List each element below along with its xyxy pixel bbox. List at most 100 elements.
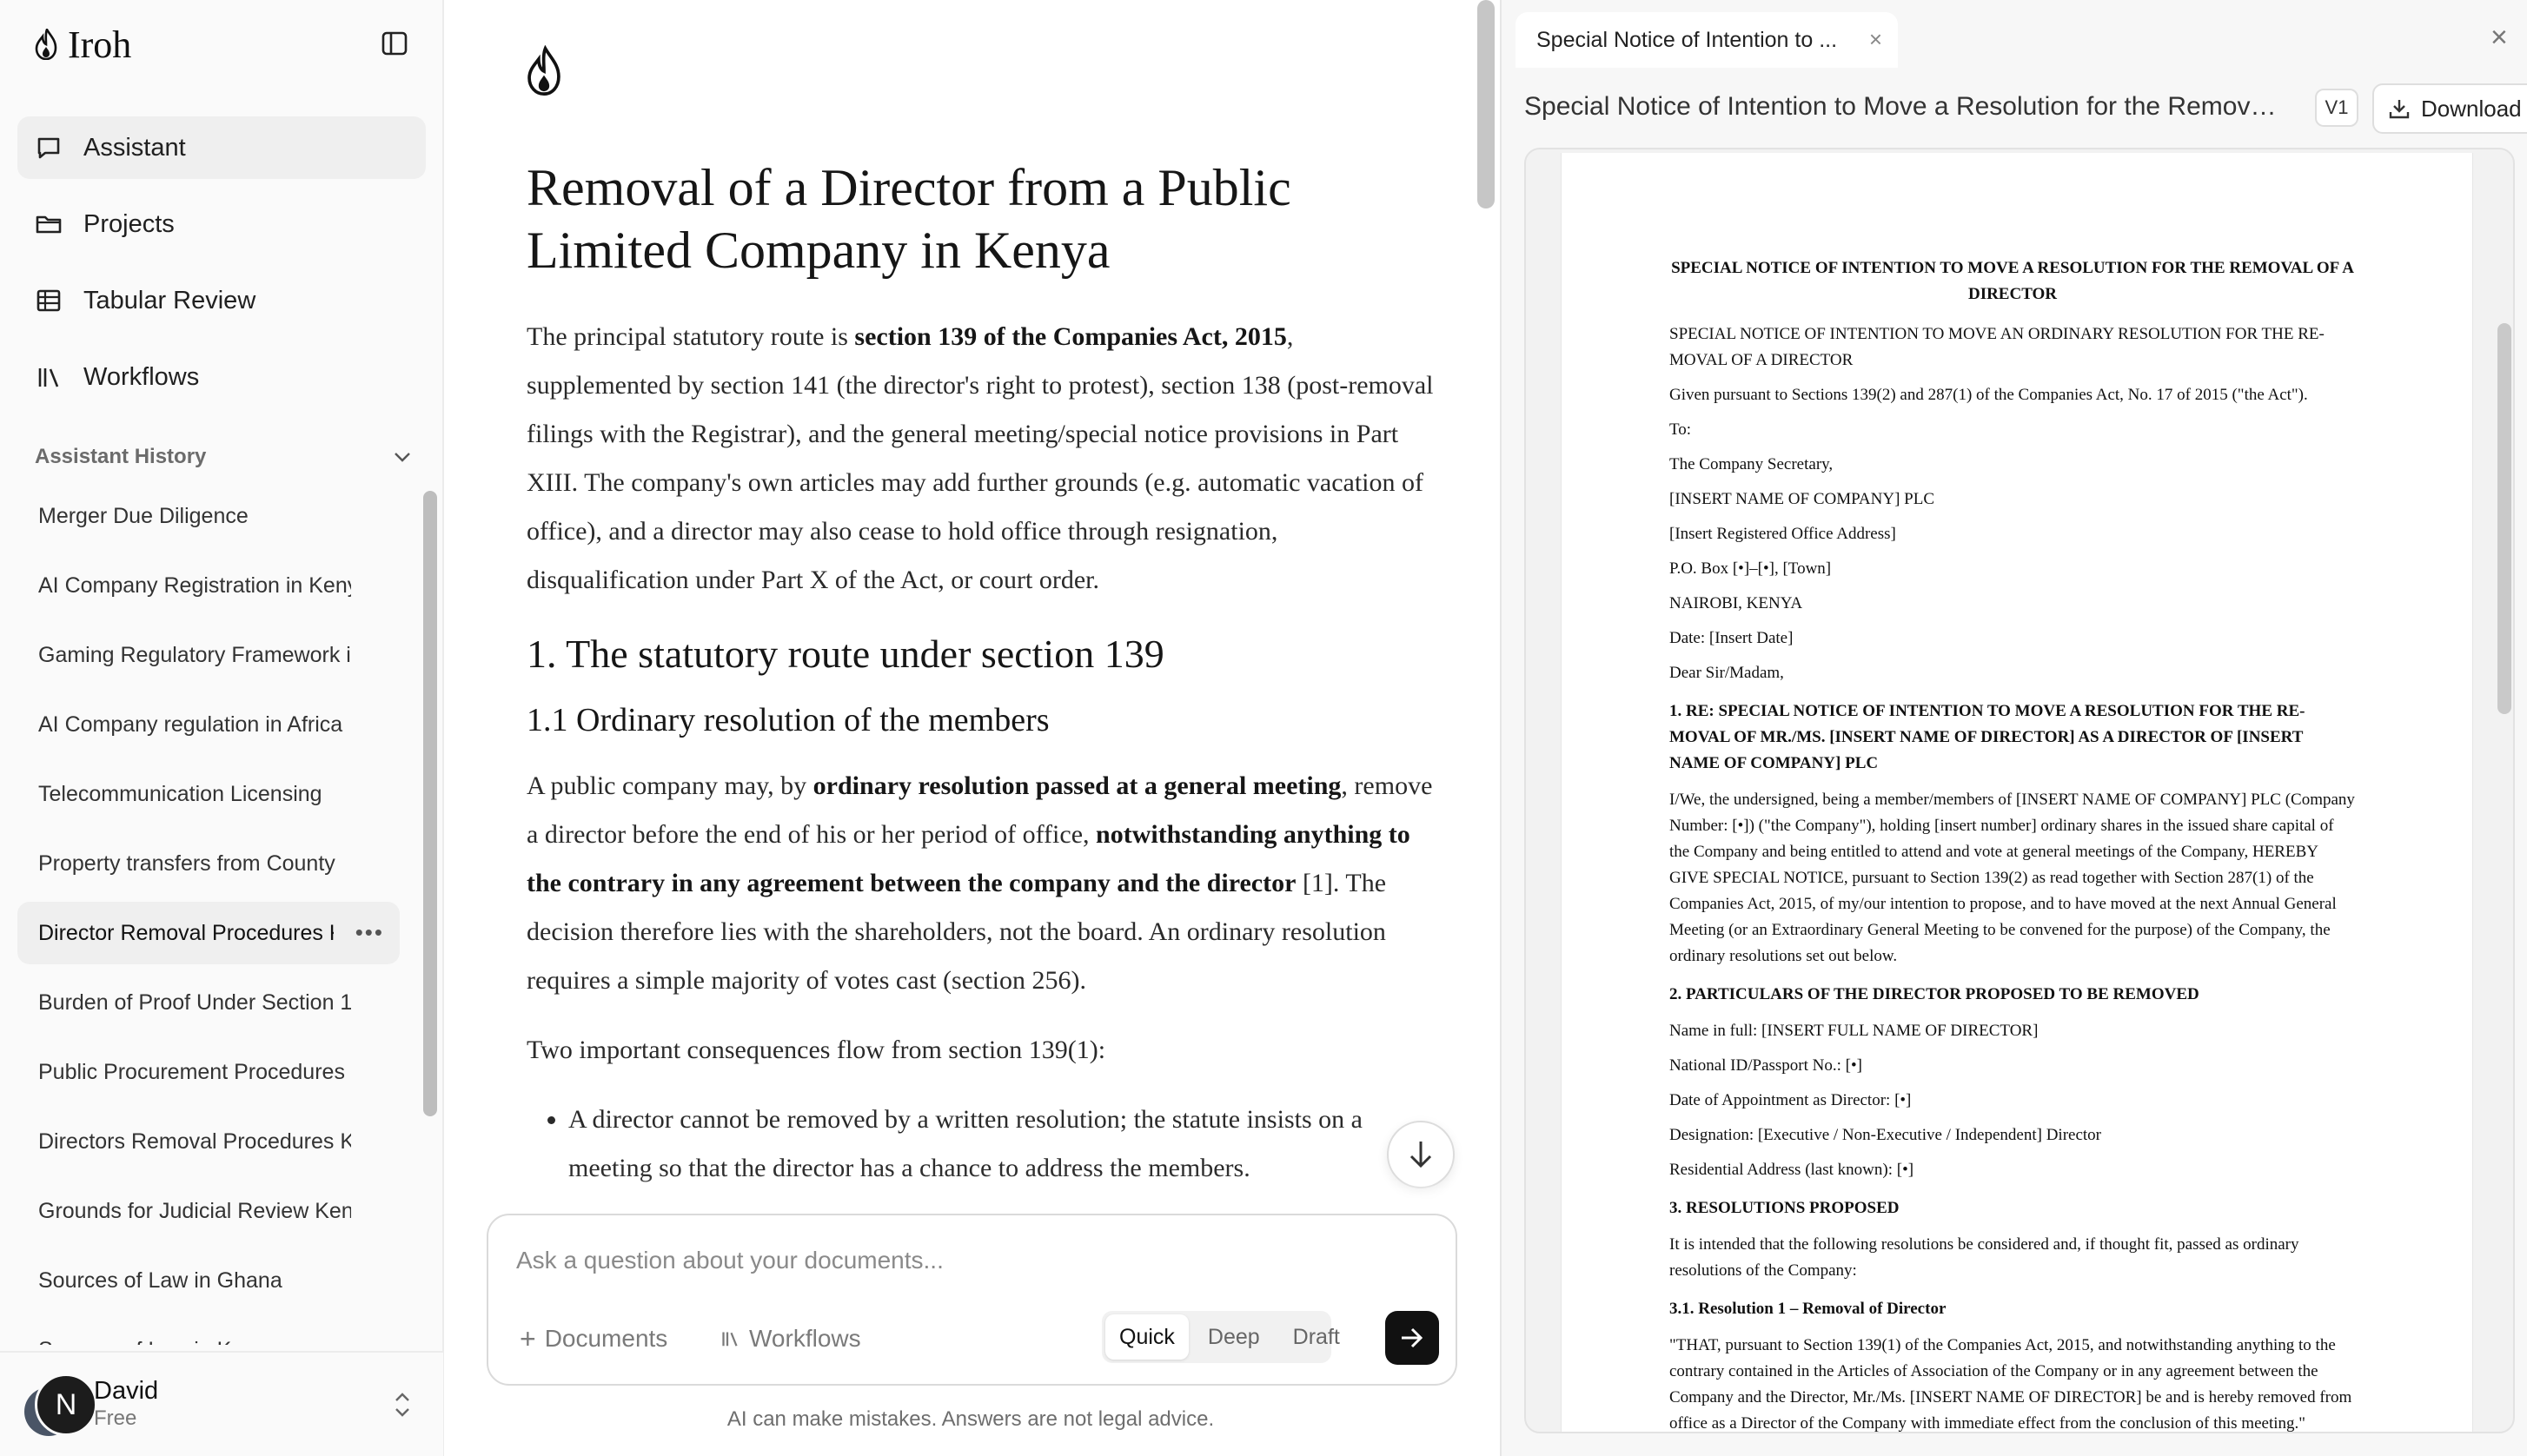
mode-deep[interactable]: Deep <box>1194 1314 1274 1360</box>
assistant-message: Removal of a Director from a Public Limi… <box>527 156 1439 1193</box>
sidebar-toggle-button[interactable] <box>375 26 414 61</box>
doc-section-heading: 2. PARTICULARS OF THE DIRECTOR PROPOSED … <box>1669 985 2199 1003</box>
history-item[interactable]: Grounds for Judicial Review Kenya <box>17 1180 400 1242</box>
bold-run: ordinary resolution passed at a general … <box>812 771 1342 800</box>
doc-paragraph: I/We, the undersigned, being a member/me… <box>1669 791 2355 965</box>
brand[interactable]: Iroh <box>35 23 131 66</box>
history-item[interactable]: Gaming Regulatory Framework in Kenya <box>17 624 400 686</box>
history-item[interactable]: AI Company regulation in Africa <box>17 693 400 756</box>
doc-line: Date of Appointment as Director: [•] <box>1669 1091 1912 1109</box>
history-item[interactable]: Burden of Proof Under Section 107 <box>17 971 400 1034</box>
history-item-label: AI Company regulation in Africa <box>38 711 343 737</box>
doc-line: P.O. Box [•]–[•], [Town] <box>1669 559 1832 578</box>
body-paragraph: A public company may, by ordinary resolu… <box>527 762 1439 1005</box>
doc-subtitle: SPECIAL NOTICE OF INTENTION TO MOVE AN O… <box>1669 325 2325 369</box>
documents-label: Documents <box>544 1325 668 1352</box>
document-viewer[interactable]: SPECIAL NOTICE OF INTENTION TO MOVE A RE… <box>1524 148 2515 1433</box>
history-item-label: Sources of Law in Kenya <box>38 1338 351 1346</box>
assistant-logo-icon <box>527 45 560 96</box>
history-item[interactable]: Directors Removal Procedures Kenya <box>17 1110 400 1173</box>
disclaimer: AI can make mistakes. Answers are not le… <box>726 1407 1215 1431</box>
library-icon <box>722 1332 738 1347</box>
question-input[interactable] <box>516 1247 1420 1274</box>
chevron-down-icon <box>395 453 410 462</box>
nav-label: Projects <box>83 209 175 238</box>
history-item-active[interactable]: Director Removal Procedures Kenya ••• <box>17 902 400 964</box>
close-panel-icon[interactable]: × <box>2491 21 2508 55</box>
history-item[interactable]: Merger Due Diligence <box>17 485 400 547</box>
history-item-label: Property transfers from County <box>38 850 335 876</box>
body-paragraph: Two important consequences flow from sec… <box>527 1036 1106 1064</box>
document-page: SPECIAL NOTICE OF INTENTION TO MOVE A RE… <box>1561 153 2473 1432</box>
history-item[interactable]: Property transfers from County <box>17 832 400 895</box>
doc-line: [Insert Registered Office Address] <box>1669 525 1896 543</box>
user-name: David <box>94 1377 159 1405</box>
nav-item-projects[interactable]: Projects <box>17 193 426 255</box>
history-item-label: Grounds for Judicial Review Kenya <box>38 1198 351 1223</box>
doc-line: Dear Sir/Madam, <box>1669 664 1784 682</box>
user-menu[interactable]: N David Free <box>0 1351 443 1456</box>
doc-line: Date: [Insert Date] <box>1669 629 1794 647</box>
nav-item-workflows[interactable]: Workflows <box>17 346 426 408</box>
doc-line: Given pursuant to Sections 139(2) and 28… <box>1669 386 2308 404</box>
document-scrollbar[interactable] <box>2497 323 2511 714</box>
chevron-up-down-icon <box>395 1393 409 1417</box>
send-button[interactable] <box>1385 1311 1439 1365</box>
doc-line: NAIROBI, KENYA <box>1669 594 1803 612</box>
doc-line: National ID/Passport No.: [•] <box>1669 1056 1862 1075</box>
sidebar-toggle-icon <box>381 31 408 56</box>
history-item[interactable]: Public Procurement Procedures <box>17 1041 400 1103</box>
history-item-label: Sources of Law in Ghana <box>38 1267 282 1293</box>
mode-draft[interactable]: Draft <box>1279 1314 1354 1360</box>
nav-item-assistant[interactable]: Assistant <box>17 116 426 179</box>
avatar: N <box>35 1373 97 1436</box>
add-documents-button[interactable]: + Documents <box>520 1321 667 1356</box>
sidebar-scrollbar[interactable] <box>423 491 437 1116</box>
workflows-button[interactable]: Workflows <box>720 1321 861 1356</box>
close-tab-icon[interactable]: × <box>1869 26 1882 53</box>
doc-line: Name in full: [INSERT FULL NAME OF DIREC… <box>1669 1022 2039 1040</box>
section-heading: 1. The statutory route under section 139 <box>527 632 1164 676</box>
doc-paragraph: It is intended that the following resolu… <box>1669 1235 2299 1280</box>
version-badge[interactable]: V1 <box>2315 89 2358 127</box>
more-options-icon[interactable]: ••• <box>355 919 384 946</box>
main-nav: Assistant Projects Tabular Review Workfl… <box>17 116 426 422</box>
download-button[interactable]: Download <box>2372 83 2527 134</box>
chat-area: Removal of a Director from a Public Limi… <box>445 0 1495 1456</box>
history-list: Merger Due Diligence AI Company Registra… <box>17 485 400 1345</box>
doc-title: SPECIAL NOTICE OF INTENTION TO MOVE A RE… <box>1671 259 2354 303</box>
history-title: Assistant History <box>35 445 207 468</box>
history-item-label: AI Company Registration in Kenya <box>38 572 351 598</box>
nav-label: Tabular Review <box>83 286 256 314</box>
nav-item-tabular-review[interactable]: Tabular Review <box>17 269 426 332</box>
mode-selector: Quick Deep Draft <box>1102 1311 1340 1363</box>
history-item[interactable]: Telecommunication Licensing <box>17 763 400 825</box>
mode-quick[interactable]: Quick <box>1105 1314 1189 1360</box>
history-item-label: Burden of Proof Under Section 107 <box>38 989 351 1015</box>
doc-line: Designation: [Executive / Non-Executive … <box>1669 1126 2101 1144</box>
download-label: Download <box>2421 95 2522 122</box>
user-plan: Free <box>94 1406 137 1430</box>
doc-line: The Company Secretary, <box>1669 455 1834 473</box>
bullet-list: A director cannot be removed by a writte… <box>568 1095 1439 1193</box>
doc-line: [INSERT NAME OF COMPANY] PLC <box>1669 490 1935 508</box>
bold-run: section 139 of the Companies Act, 2015 <box>854 322 1287 351</box>
scroll-to-bottom-button[interactable] <box>1387 1121 1455 1188</box>
history-item-label: Public Procurement Procedures <box>38 1059 345 1084</box>
answer-title: Removal of a Director from a Public Limi… <box>527 159 1291 279</box>
doc-section-heading: 3. RESOLUTIONS PROPOSED <box>1669 1199 1900 1217</box>
text-run: A public company may, by <box>527 771 813 800</box>
history-item[interactable]: AI Company Registration in Kenya <box>17 554 400 617</box>
list-item: A director cannot be removed by a writte… <box>568 1095 1439 1193</box>
history-header[interactable]: Assistant History <box>35 440 412 474</box>
document-tab[interactable]: Special Notice of Intention to ... × <box>1516 12 1898 68</box>
text-run: The principal statutory route is <box>527 322 855 351</box>
chat-scrollbar[interactable] <box>1477 0 1495 208</box>
plus-icon: + <box>520 1322 536 1354</box>
history-item-label: Directors Removal Procedures Kenya <box>38 1128 351 1154</box>
history-item[interactable]: Sources of Law in Ghana <box>17 1249 400 1312</box>
doc-line: To: <box>1669 420 1692 439</box>
doc-section-heading: 1. RE: SPECIAL NOTICE OF INTENTION TO MO… <box>1669 702 2305 772</box>
doc-subsection-heading: 3.1. Resolution 1 – Removal of Director <box>1669 1300 1947 1318</box>
history-item[interactable]: Sources of Law in Kenya <box>17 1319 400 1346</box>
